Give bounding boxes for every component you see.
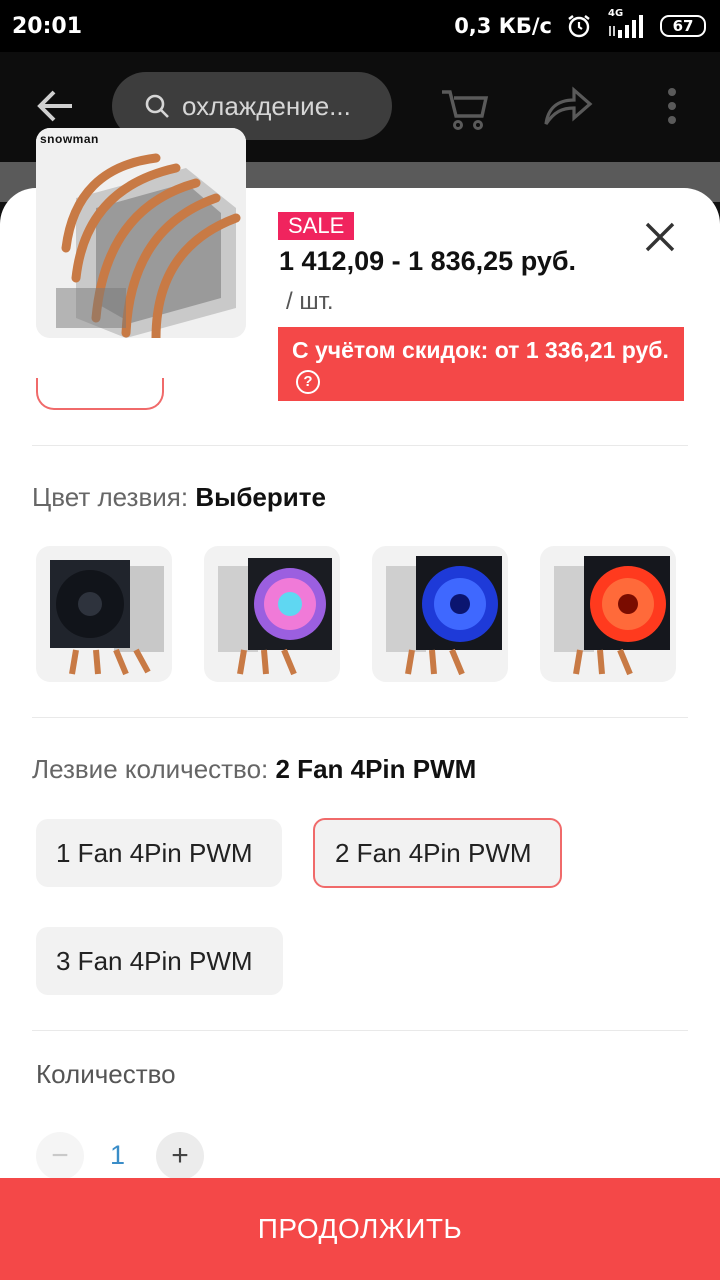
signal-icon: 4G — [606, 8, 646, 38]
search-query: охлаждение... — [182, 90, 351, 121]
network-type: 4G — [608, 8, 624, 19]
back-button[interactable] — [36, 86, 76, 126]
more-options-button[interactable] — [662, 86, 682, 126]
alarm-icon — [566, 13, 592, 39]
fan-option-label: 1 Fan 4Pin PWM — [56, 837, 253, 868]
fan-value: 2 Fan 4Pin PWM — [275, 754, 477, 784]
quantity-decrease-button[interactable]: − — [36, 1132, 84, 1180]
share-button[interactable] — [542, 84, 594, 128]
fan-option-label: 2 Fan 4Pin PWM — [335, 837, 532, 868]
fan-section-label: Лезвие количество: 2 Fan 4Pin PWM — [32, 754, 476, 785]
previous-option-chip — [36, 378, 164, 410]
fan-option-label: 3 Fan 4Pin PWM — [56, 945, 253, 976]
plus-icon: + — [171, 1139, 189, 1172]
color-section-label: Цвет лезвия: Выберите — [32, 482, 326, 513]
fan-option-3[interactable]: 3 Fan 4Pin PWM — [36, 927, 283, 995]
quantity-increase-button[interactable]: + — [156, 1132, 204, 1180]
status-time: 20:01 — [12, 13, 83, 39]
help-icon[interactable]: ? — [296, 369, 320, 394]
back-arrow-icon — [37, 90, 72, 122]
status-bar: 20:01 0,3 КБ/с 4G 67 — [0, 0, 720, 52]
continue-button[interactable]: ПРОДОЛЖИТЬ — [0, 1178, 720, 1280]
cart-icon — [442, 90, 489, 130]
color-value: Выберите — [195, 482, 326, 512]
divider — [32, 445, 688, 446]
color-swatch-black[interactable] — [36, 546, 172, 682]
status-indicators: 0,3 КБ/с 4G 67 — [454, 8, 706, 39]
cart-button[interactable] — [440, 82, 490, 132]
close-icon — [645, 222, 675, 252]
fan-option-1[interactable]: 1 Fan 4Pin PWM — [36, 819, 282, 887]
more-vertical-icon — [668, 88, 676, 124]
quantity-value[interactable]: 1 — [110, 1140, 125, 1171]
sku-selector-sheet: SALE 1 412,09 - 1 836,25 руб. / шт. С уч… — [0, 188, 720, 1280]
color-swatch-red[interactable] — [540, 546, 676, 682]
close-button[interactable] — [644, 221, 676, 253]
minus-icon: − — [51, 1139, 69, 1172]
divider — [32, 717, 688, 718]
price-unit: / шт. — [286, 288, 334, 315]
cpu-cooler-image — [36, 128, 246, 338]
network-speed: 0,3 КБ/с — [454, 14, 552, 38]
color-swatch-blue[interactable] — [372, 546, 508, 682]
search-icon — [145, 94, 169, 118]
price-range: 1 412,09 - 1 836,25 руб. — [279, 246, 577, 276]
brand-logo: snowman — [40, 132, 99, 146]
battery-icon: 67 — [660, 15, 706, 37]
fan-label: Лезвие количество: — [32, 754, 269, 784]
product-image: snowman — [36, 128, 246, 338]
color-label: Цвет лезвия: — [32, 482, 189, 512]
share-icon — [544, 86, 593, 125]
discount-banner[interactable]: С учётом скидок: от 1 336,21 руб.? — [278, 327, 684, 401]
fan-option-2[interactable]: 2 Fan 4Pin PWM — [313, 818, 562, 888]
sale-badge: SALE — [278, 212, 355, 240]
color-swatch-rgb[interactable] — [204, 546, 340, 682]
quantity-label: Количество — [36, 1059, 176, 1089]
discount-text: С учётом скидок: от 1 336,21 руб. — [292, 337, 669, 363]
divider — [32, 1030, 688, 1031]
battery-level: 67 — [672, 17, 694, 35]
